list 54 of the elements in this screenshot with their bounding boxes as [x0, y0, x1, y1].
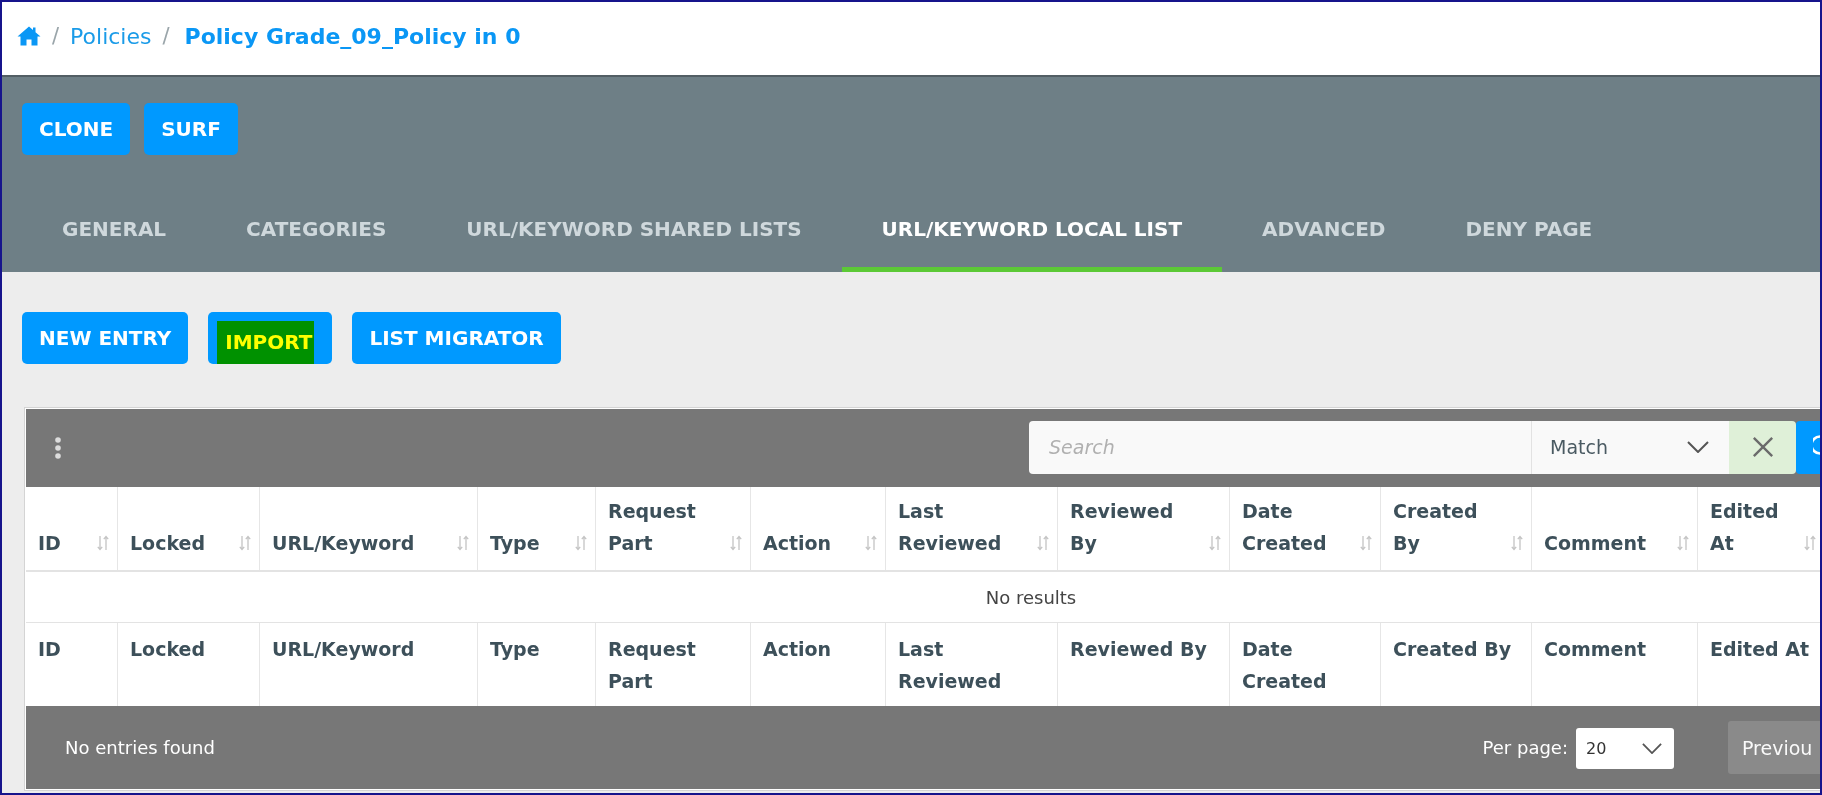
column-footer-label: Date Created: [1242, 638, 1327, 692]
column-header[interactable]: Type: [478, 487, 596, 570]
sort-icon: [97, 535, 109, 551]
match-select[interactable]: Match: [1532, 420, 1729, 474]
column-footer-label: Last Reviewed: [898, 638, 1002, 692]
column-footer-label: Edited At: [1710, 638, 1810, 660]
column-footer-label: Request Part: [608, 638, 696, 692]
column-header[interactable]: ID: [26, 487, 118, 570]
sort-icon: [457, 535, 469, 551]
sort-icon: [575, 535, 587, 551]
sort-icon: [1677, 535, 1689, 551]
column-footer-label: Reviewed By: [1070, 638, 1207, 660]
column-header[interactable]: Action: [751, 487, 886, 570]
search-field[interactable]: Search: [1029, 420, 1532, 474]
column-header[interactable]: Edited At: [1698, 487, 1820, 570]
clear-button[interactable]: [1729, 420, 1796, 474]
column-header[interactable]: URL/Keyword: [260, 487, 478, 570]
column-header[interactable]: Request Part: [596, 487, 751, 570]
chevron-down-icon: [1687, 441, 1709, 453]
column-footer-label: Type: [490, 638, 540, 660]
sort-icon: [1511, 535, 1523, 551]
home-icon[interactable]: [17, 26, 41, 46]
column-footer-label: Created By: [1393, 638, 1512, 660]
sort-icon: [1037, 535, 1049, 551]
search-button[interactable]: [1796, 420, 1820, 474]
column-header[interactable]: Locked: [118, 487, 260, 570]
column-footer-label: ID: [38, 638, 61, 660]
sort-icon: [1804, 535, 1816, 551]
breadcrumb-separator: /: [52, 24, 60, 48]
per-page-label: Per page:: [1482, 737, 1568, 758]
sort-icon: [239, 535, 251, 551]
column-footer-label: Action: [763, 638, 832, 660]
column-header[interactable]: Comment: [1532, 487, 1698, 570]
kebab-menu-icon[interactable]: [54, 437, 62, 459]
empty-message: No results: [985, 586, 1077, 608]
chevron-down-icon: [1642, 743, 1662, 754]
column-footer-label: Comment: [1544, 638, 1647, 660]
breadcrumb-separator: /: [162, 24, 170, 48]
per-page-select[interactable]: 20: [1576, 728, 1674, 769]
close-icon: [1751, 436, 1774, 458]
sort-icon: [865, 535, 877, 551]
sort-icon: [730, 535, 742, 551]
action-button[interactable]: IMPORT: [208, 312, 333, 364]
column-header[interactable]: Last Reviewed: [886, 487, 1058, 570]
column-footer-label: Locked: [130, 638, 206, 660]
entries-status: No entries found: [65, 737, 215, 758]
column-header[interactable]: Reviewed By: [1058, 487, 1230, 570]
sort-icon: [1209, 535, 1221, 551]
search-icon: [1813, 435, 1820, 455]
page-title: Policy Grade_09_Policy in 0: [184, 23, 521, 49]
column-footer-label: URL/Keyword: [272, 638, 415, 660]
column-header[interactable]: Created By: [1381, 487, 1532, 570]
column-header[interactable]: Date Created: [1230, 487, 1381, 570]
sort-icon: [1360, 535, 1372, 551]
